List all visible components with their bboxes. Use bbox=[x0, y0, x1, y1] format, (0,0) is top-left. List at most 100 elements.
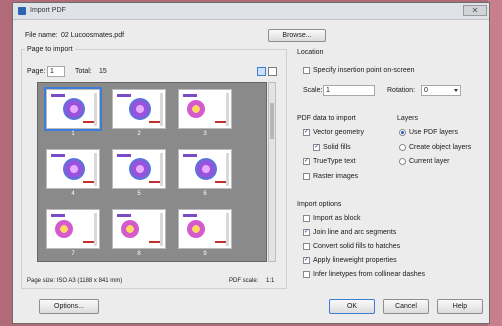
infer-linetypes-label: Infer linetypes from collinear dashes bbox=[313, 271, 426, 278]
scale-label: Scale: bbox=[303, 87, 323, 94]
thumbnail-titleblock bbox=[94, 213, 97, 246]
thumbnail-caption: 1 bbox=[71, 131, 75, 137]
thumbnail-caption: 6 bbox=[203, 191, 207, 197]
app-icon bbox=[18, 7, 26, 15]
page-label: Page: bbox=[27, 68, 46, 75]
import-as-block-checkbox[interactable] bbox=[303, 215, 310, 222]
thumbnail-caption: 8 bbox=[137, 251, 141, 257]
title-bar: Import PDF ✕ bbox=[13, 3, 489, 20]
cancel-button[interactable]: Cancel bbox=[383, 299, 429, 314]
use-pdf-layers-label: Use PDF layers bbox=[409, 129, 459, 136]
apply-lineweight-label: Apply lineweight properties bbox=[313, 257, 397, 264]
list-view-icon[interactable] bbox=[268, 67, 277, 76]
convert-fills-label: Convert solid fills to hatches bbox=[313, 243, 401, 250]
options-button[interactable]: Options... bbox=[39, 299, 99, 314]
use-pdf-layers-radio[interactable] bbox=[399, 129, 406, 136]
thumbnail-graphic bbox=[121, 220, 139, 238]
thumbnail-view-icon[interactable] bbox=[257, 67, 266, 76]
thumbnail-graphic bbox=[117, 94, 131, 97]
file-name-value: 02 Lucoosmates.pdf bbox=[61, 32, 125, 39]
vector-geometry-label: Vector geometry bbox=[313, 129, 364, 136]
rotation-value: 0 bbox=[424, 87, 428, 94]
truetype-text-label: TrueType text bbox=[313, 158, 356, 165]
layers-label: Layers bbox=[397, 115, 419, 122]
thumbnail-graphic bbox=[55, 220, 73, 238]
thumbnail-caption: 5 bbox=[137, 191, 141, 197]
page-thumbnail[interactable] bbox=[178, 209, 232, 249]
page-thumbnail[interactable] bbox=[112, 209, 166, 249]
raster-images-checkbox[interactable] bbox=[303, 173, 310, 180]
solid-fills-label: Solid fills bbox=[323, 144, 351, 151]
vector-geometry-checkbox[interactable]: ✓ bbox=[303, 129, 310, 136]
thumbnail-graphic bbox=[195, 158, 217, 180]
join-segments-checkbox[interactable]: ✓ bbox=[303, 229, 310, 236]
thumbnail-graphic bbox=[129, 158, 151, 180]
pdf-scale-value: 1:1 bbox=[266, 278, 275, 284]
pdf-scale-label: PDF scale: bbox=[229, 278, 259, 284]
solid-fills-checkbox[interactable]: ✓ bbox=[313, 144, 320, 151]
thumbnail-graphic bbox=[51, 154, 65, 157]
close-button[interactable]: ✕ bbox=[463, 5, 487, 16]
thumbnail-graphic bbox=[183, 154, 197, 157]
thumbnail-graphic bbox=[51, 94, 65, 97]
join-segments-label: Join line and arc segments bbox=[313, 229, 397, 236]
specify-onscreen-label: Specify insertion point on-screen bbox=[313, 67, 415, 74]
import-pdf-dialog: Import PDF ✕ File name: 02 Lucoosmates.p… bbox=[12, 2, 490, 324]
thumbnail-titleblock bbox=[160, 213, 163, 246]
thumbnail-graphic bbox=[117, 154, 131, 157]
page-preview-area[interactable]: 1 2 3 4 5 6 7 8 9 bbox=[37, 82, 267, 262]
thumbnail-titleblock bbox=[94, 93, 97, 126]
scrollbar-thumb[interactable] bbox=[270, 103, 274, 139]
page-thumbnail[interactable] bbox=[44, 87, 102, 131]
ok-button[interactable]: OK bbox=[329, 299, 375, 314]
thumbnail-graphic bbox=[183, 94, 197, 97]
page-thumbnail[interactable] bbox=[178, 89, 232, 129]
convert-fills-checkbox[interactable] bbox=[303, 243, 310, 250]
thumbnail-graphic bbox=[63, 98, 85, 120]
help-button[interactable]: Help bbox=[437, 299, 483, 314]
infer-linetypes-checkbox[interactable] bbox=[303, 271, 310, 278]
page-thumbnail[interactable] bbox=[178, 149, 232, 189]
thumbnail-graphic bbox=[183, 214, 197, 217]
page-to-import-label: Page to import bbox=[25, 46, 75, 53]
page-thumbnail[interactable] bbox=[46, 209, 100, 249]
thumbnail-titleblock bbox=[226, 153, 229, 186]
thumbnail-graphic bbox=[63, 158, 85, 180]
thumbnail-titleblock bbox=[160, 153, 163, 186]
thumbnail-caption: 9 bbox=[203, 251, 207, 257]
page-thumbnail[interactable] bbox=[46, 149, 100, 189]
thumbnail-graphic bbox=[187, 100, 205, 118]
thumbnail-graphic bbox=[117, 214, 131, 217]
thumbnail-graphic bbox=[187, 220, 205, 238]
page-thumbnail[interactable] bbox=[112, 149, 166, 189]
total-value: 15 bbox=[99, 68, 107, 75]
preview-scrollbar[interactable] bbox=[268, 82, 276, 262]
import-options-label: Import options bbox=[297, 201, 342, 208]
truetype-text-checkbox[interactable]: ✓ bbox=[303, 158, 310, 165]
rotation-select[interactable]: 0 bbox=[421, 85, 461, 96]
file-name-label: File name: bbox=[25, 32, 58, 39]
thumbnail-titleblock bbox=[94, 153, 97, 186]
specify-onscreen-checkbox[interactable] bbox=[303, 67, 310, 74]
current-layer-radio[interactable] bbox=[399, 158, 406, 165]
thumbnail-titleblock bbox=[226, 213, 229, 246]
rotation-label: Rotation: bbox=[387, 87, 416, 94]
chevron-down-icon bbox=[454, 89, 458, 92]
browse-button[interactable]: Browse... bbox=[268, 29, 326, 42]
create-object-layers-label: Create object layers bbox=[409, 144, 472, 151]
scale-input[interactable]: 1 bbox=[323, 85, 375, 96]
thumbnail-graphic bbox=[51, 214, 65, 217]
page-number-input[interactable]: 1 bbox=[47, 66, 65, 77]
import-as-block-label: Import as block bbox=[313, 215, 361, 222]
thumbnail-caption: 4 bbox=[71, 191, 75, 197]
page-size-text: Page size: ISO A3 (1188 x 841 mm) bbox=[27, 278, 123, 284]
window-title: Import PDF bbox=[30, 7, 66, 14]
page-thumbnail[interactable] bbox=[112, 89, 166, 129]
raster-images-label: Raster images bbox=[313, 173, 359, 180]
apply-lineweight-checkbox[interactable]: ✓ bbox=[303, 257, 310, 264]
location-label: Location bbox=[297, 49, 324, 56]
thumbnail-titleblock bbox=[160, 93, 163, 126]
pdf-data-label: PDF data to import bbox=[297, 115, 356, 122]
create-object-layers-radio[interactable] bbox=[399, 144, 406, 151]
current-layer-label: Current layer bbox=[409, 158, 450, 165]
